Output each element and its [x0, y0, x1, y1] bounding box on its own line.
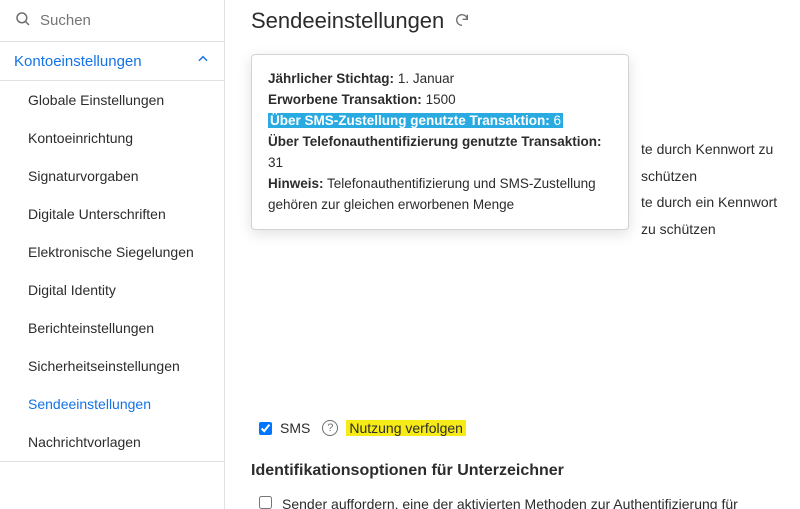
sidebar-item-message-templates[interactable]: Nachrichtvorlagen — [0, 423, 224, 461]
option-require-method-label: Sender auffordern, eine der aktivierten … — [282, 494, 780, 509]
partial-text-behind-tooltip: te durch Kennwort zu schützen te durch e… — [641, 136, 780, 242]
sidebar: Kontoeinstellungen Globale Einstellungen… — [0, 0, 225, 509]
sidebar-item-digital-identity[interactable]: Digital Identity — [0, 271, 224, 309]
sms-option-row: SMS ? Nutzung verfolgen — [259, 420, 780, 436]
track-usage-link[interactable]: Nutzung verfolgen — [346, 420, 466, 436]
sidebar-item-account-setup[interactable]: Kontoeinrichtung — [0, 119, 224, 157]
nav-section-title: Kontoeinstellungen — [14, 53, 142, 70]
search-field[interactable] — [0, 0, 224, 41]
chevron-up-icon — [196, 52, 210, 70]
sidebar-item-global[interactable]: Globale Einstellungen — [0, 81, 224, 119]
sidebar-item-send-settings[interactable]: Sendeeinstellungen — [0, 385, 224, 423]
tooltip-note-label: Hinweis: — [268, 176, 324, 191]
sidebar-item-security-settings[interactable]: Sicherheitseinstellungen — [0, 347, 224, 385]
usage-tooltip: Jährlicher Stichtag: 1. Januar Erworbene… — [251, 54, 629, 230]
tooltip-anniversary-label: Jährlicher Stichtag: — [268, 71, 394, 86]
search-input[interactable] — [40, 12, 210, 29]
checkbox-require-method[interactable] — [259, 496, 272, 509]
tooltip-sms-highlight: Über SMS-Zustellung genutzte Transaktion… — [268, 113, 563, 128]
help-icon[interactable]: ? — [322, 420, 338, 436]
partial-line-2: te durch ein Kennwort zu schützen — [641, 189, 780, 242]
refresh-icon[interactable] — [454, 8, 470, 34]
tooltip-anniversary-value: 1. Januar — [398, 71, 454, 86]
sidebar-item-report-settings[interactable]: Berichteinstellungen — [0, 309, 224, 347]
tooltip-purchased-value: 1500 — [426, 92, 456, 107]
section-title-identification: Identifikationsoptionen für Unterzeichne… — [251, 462, 780, 480]
search-icon — [14, 10, 32, 31]
tooltip-phone-value: 31 — [268, 155, 283, 170]
tooltip-phone-label: Über Telefonauthentifizierung genutzte T… — [268, 134, 602, 149]
sidebar-item-signature-defaults[interactable]: Signaturvorgaben — [0, 157, 224, 195]
sms-label: SMS — [280, 420, 310, 436]
option-require-method[interactable]: Sender auffordern, eine der aktivierten … — [259, 494, 780, 509]
sms-checkbox[interactable] — [259, 422, 272, 435]
tooltip-sms-label: Über SMS-Zustellung genutzte Transaktion… — [270, 113, 550, 128]
nav-section-header[interactable]: Kontoeinstellungen — [0, 41, 224, 81]
main-content: Sendeeinstellungen Jährlicher Stichtag: … — [225, 0, 800, 509]
sidebar-item-electronic-seals[interactable]: Elektronische Siegelungen — [0, 233, 224, 271]
sidebar-item-digital-signatures[interactable]: Digitale Unterschriften — [0, 195, 224, 233]
tooltip-purchased-label: Erworbene Transaktion: — [268, 92, 422, 107]
tooltip-sms-value: 6 — [554, 113, 562, 128]
page-title-text: Sendeeinstellungen — [251, 8, 444, 34]
nav-list: Globale Einstellungen Kontoeinrichtung S… — [0, 81, 224, 462]
page-title: Sendeeinstellungen — [251, 0, 780, 54]
partial-line-1: te durch Kennwort zu schützen — [641, 136, 780, 189]
